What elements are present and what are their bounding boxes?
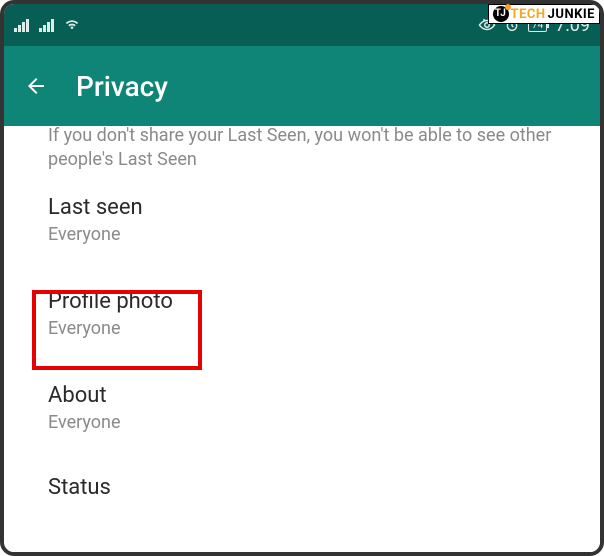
screenshot-frame: TECHJUNKIE 74 7:09 Privacy <box>0 0 604 556</box>
wifi-icon <box>64 17 80 33</box>
setting-title: About <box>48 383 556 408</box>
signal-icon-sim2 <box>39 18 54 32</box>
setting-title: Status <box>48 475 556 500</box>
setting-last-seen[interactable]: Last seen Everyone <box>20 173 584 267</box>
setting-profile-photo[interactable]: Profile photo Everyone <box>20 267 584 361</box>
watermark-junkie: JUNKIE <box>548 7 595 22</box>
signal-icon-sim1 <box>14 18 29 32</box>
watermark-tech: TECH <box>511 7 546 22</box>
setting-title: Profile photo <box>48 289 556 314</box>
setting-title: Last seen <box>48 195 556 220</box>
setting-value: Everyone <box>48 412 556 433</box>
privacy-hint-text: If you don't share your Last Seen, you w… <box>20 126 584 173</box>
app-bar: Privacy <box>4 46 600 126</box>
page-title: Privacy <box>76 70 168 103</box>
back-icon[interactable] <box>24 74 48 98</box>
setting-about[interactable]: About Everyone <box>20 361 584 455</box>
content-area: If you don't share your Last Seen, you w… <box>4 126 600 552</box>
setting-status[interactable]: Status <box>20 455 584 522</box>
setting-value: Everyone <box>48 224 556 245</box>
setting-value: Everyone <box>48 318 556 339</box>
watermark-techjunkie: TECHJUNKIE <box>488 4 600 24</box>
watermark-logo-icon <box>493 6 509 22</box>
